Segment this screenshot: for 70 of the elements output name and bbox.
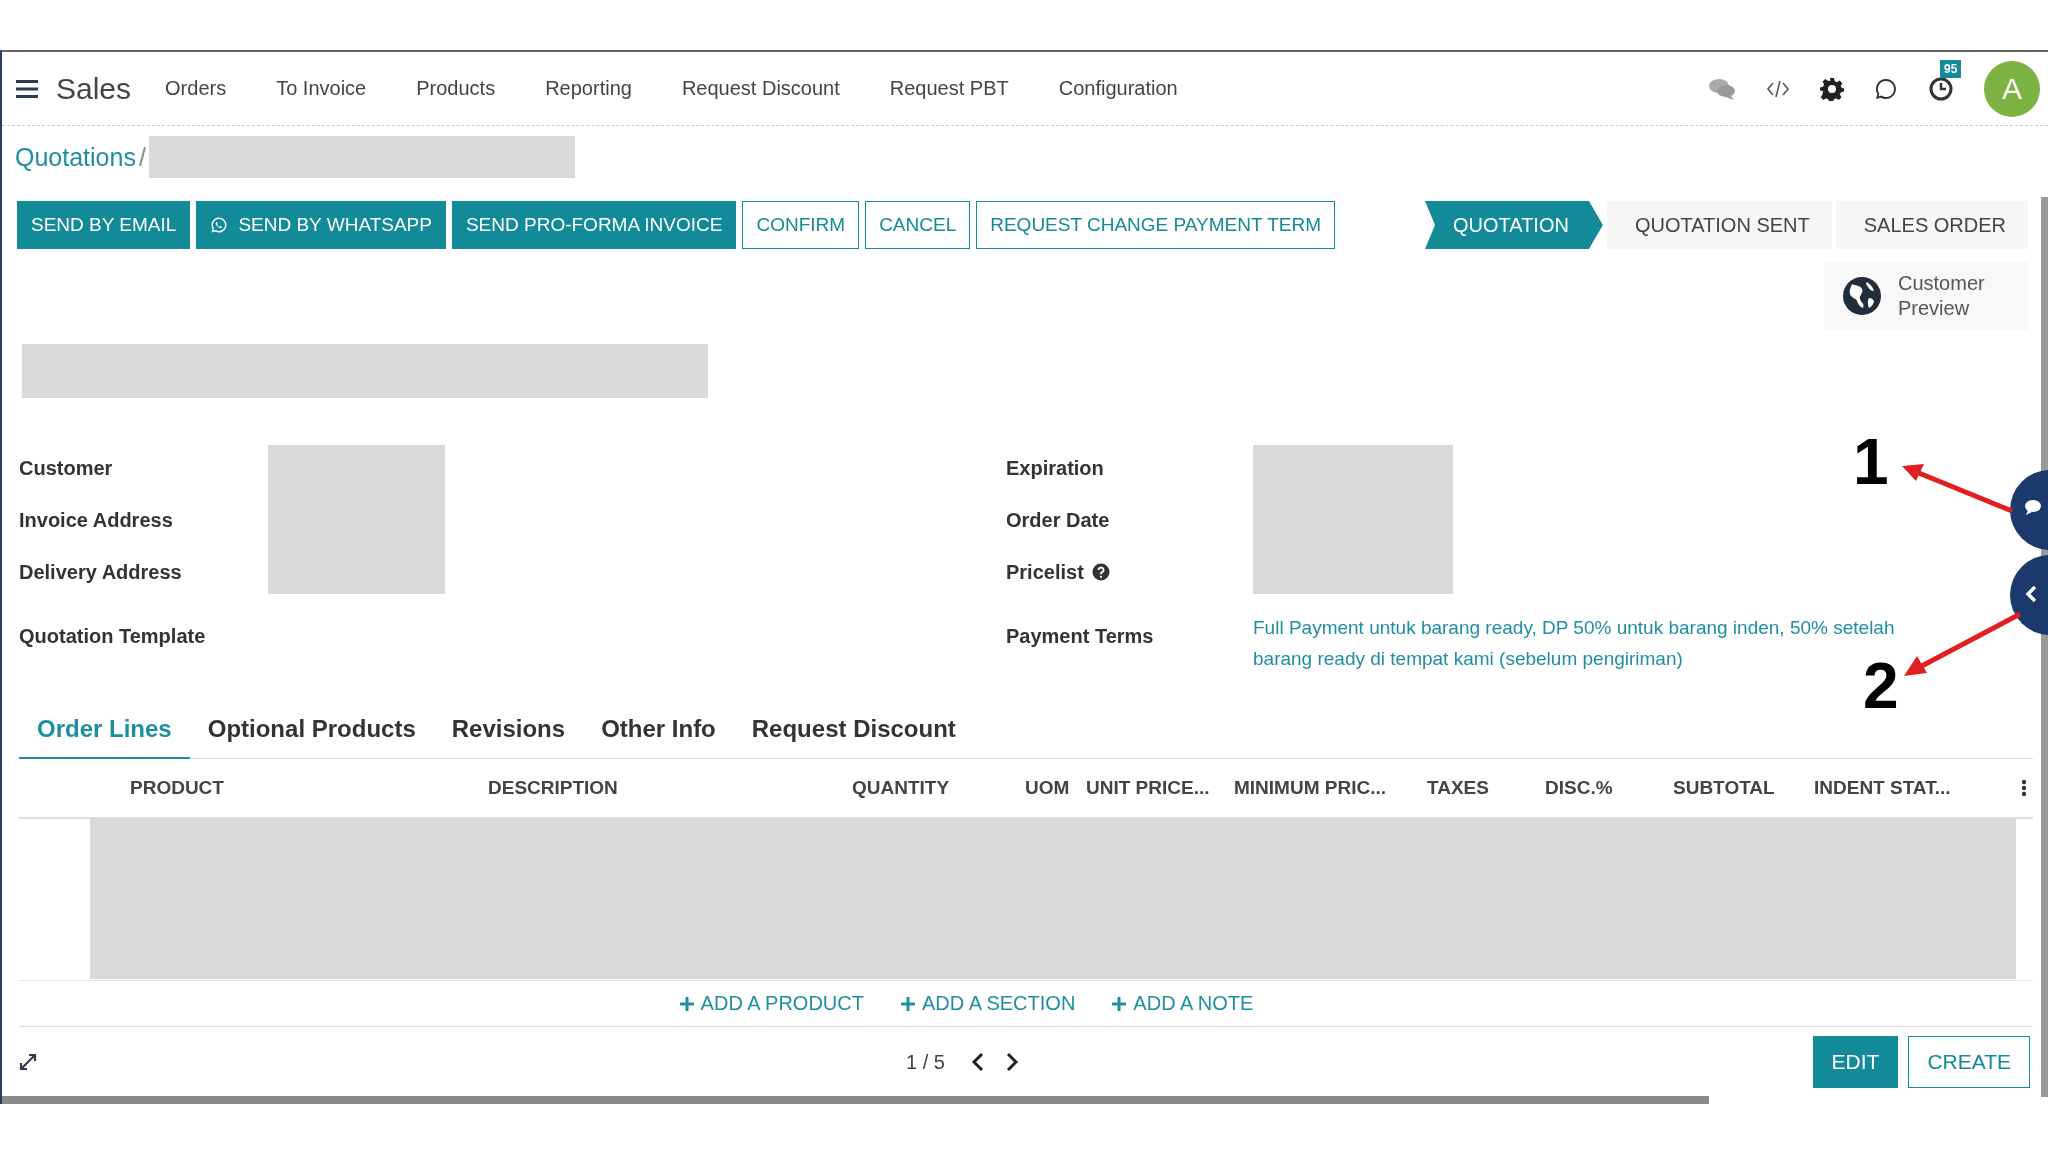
breadcrumb-link[interactable]: Quotations [15,142,136,172]
chevron-left-icon [2024,584,2038,604]
action-button[interactable]: CONFIRM [742,201,860,249]
add-line-link[interactable]: ADD A PRODUCT [672,991,870,1016]
add-line-link[interactable]: ADD A NOTE [1105,991,1260,1016]
whatsapp-icon[interactable] [1874,76,1898,101]
menu-item[interactable]: Orders [165,77,227,100]
footer-button[interactable]: CREATE [1908,1036,2030,1088]
menu-item[interactable]: Configuration [1058,77,1178,100]
tab[interactable]: Request Discount [733,700,974,759]
chat-icon[interactable] [1708,76,1736,101]
column-header[interactable]: QUANTITY [852,777,1025,799]
field-label: Pricelist [1006,560,1084,584]
settings-icon[interactable] [1820,76,1844,101]
menu-item[interactable]: Reporting [545,77,632,100]
column-header[interactable]: DISC.% [1545,777,1673,799]
field-label: Payment Terms [1006,623,1155,649]
menu-item[interactable]: Request PBT [889,77,1009,100]
field-label: Expiration [1006,455,1105,481]
pager-value: 1 / 5 [906,1050,945,1074]
action-button[interactable]: SEND BY WHATSAPP [196,201,446,249]
column-header[interactable]: PRODUCT [130,777,488,799]
action-button[interactable]: REQUEST CHANGE PAYMENT TERM [976,201,1335,249]
notification-badge: 95 [1940,59,1962,78]
status-step[interactable]: QUOTATION [1425,201,1603,249]
column-header[interactable]: TAXES [1427,777,1545,799]
field-label: Order Date [1006,507,1111,533]
code-icon[interactable] [1766,79,1790,98]
field-label: Delivery Address [19,559,183,585]
plus-icon [899,995,916,1012]
action-button[interactable]: CANCEL [865,201,971,249]
field-label: Quotation Template [19,623,207,649]
annotation-number: 1 [1853,430,1889,494]
clock-icon[interactable] [1928,75,1954,102]
chevron-left-icon [970,1052,985,1072]
globe-icon [1842,276,1882,316]
tab[interactable]: Other Info [583,700,734,759]
menu-item[interactable]: To Invoice [276,77,367,100]
footer-button[interactable]: EDIT [1812,1036,1899,1088]
column-header[interactable]: UNIT PRICE... [1086,777,1234,799]
expand-icon[interactable] [18,1052,38,1072]
tab[interactable]: Order Lines [19,700,190,759]
help-icon[interactable] [1091,563,1110,581]
tab[interactable]: Revisions [433,700,584,759]
column-header[interactable]: UOM [1025,777,1086,799]
breadcrumb-separator: / [138,142,146,172]
whatsapp-icon [210,216,229,234]
horizontal-scrollbar[interactable] [2,1096,1709,1104]
action-button[interactable]: SEND PRO-FORMA INVOICE [451,201,737,249]
menu-item[interactable]: Products [416,77,496,100]
plus-icon [1111,995,1128,1012]
column-header[interactable]: INDENT STAT... [1814,777,1999,799]
column-header[interactable]: DESCRIPTION [488,777,852,799]
tab[interactable]: Optional Products [189,700,434,759]
field-label: Customer [19,455,114,481]
chevron-right-icon [1004,1052,1019,1072]
customer-preview-button[interactable]: Customer Preview [1824,262,2028,330]
column-header[interactable]: SUBTOTAL [1673,777,1814,799]
field-label: Invoice Address [19,507,174,533]
menu-icon[interactable] [16,78,38,99]
chat-icon [2024,499,2042,515]
menu-item[interactable]: Request Discount [681,77,840,100]
add-line-link[interactable]: ADD A SECTION [893,991,1082,1016]
app-title: Sales [56,71,132,106]
status-step[interactable]: SALES ORDER [1835,201,2028,249]
action-button[interactable]: SEND BY EMAIL [17,201,191,249]
plus-icon [678,995,695,1012]
column-header[interactable]: MINIMUM PRIC... [1234,777,1427,799]
status-step[interactable]: QUOTATION SENT [1606,201,1832,249]
kebab-icon[interactable] [2021,779,2027,797]
